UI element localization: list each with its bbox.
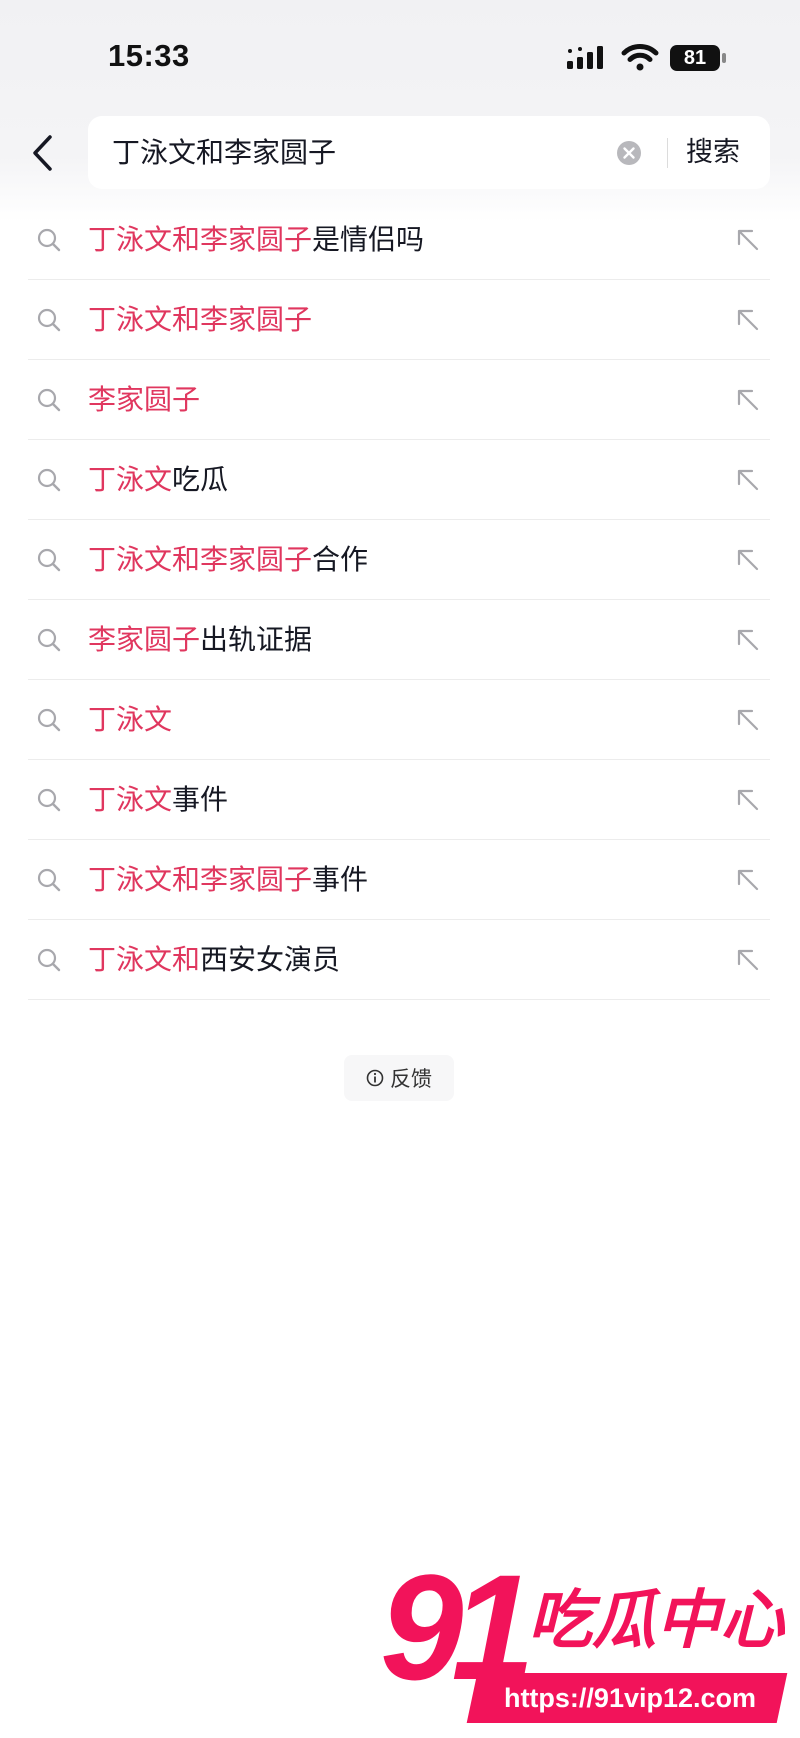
suggestion-text: 丁泳文事件 <box>88 760 228 840</box>
suggestion-rest: 事件 <box>312 863 369 896</box>
suggestion-item[interactable]: 丁泳文事件 <box>28 760 770 840</box>
arrow-up-left-icon[interactable] <box>734 946 762 974</box>
info-icon <box>366 1069 384 1087</box>
suggestion-rest: 西安女演员 <box>200 943 341 976</box>
arrow-up-left-icon[interactable] <box>734 786 762 814</box>
search-box[interactable]: 搜索 <box>88 116 770 189</box>
watermark-url: https://91vip12.com <box>503 1683 757 1713</box>
suggestion-text: 丁泳文 <box>88 680 172 760</box>
suggestion-item[interactable]: 丁泳文和李家圆子 <box>28 280 770 360</box>
arrow-up-left-icon[interactable] <box>734 226 762 254</box>
suggestion-highlight: 丁泳文和李家圆子 <box>88 543 313 576</box>
cellular-signal-icon <box>567 46 603 69</box>
suggestion-text: 李家圆子出轨证据 <box>88 600 312 680</box>
suggestion-highlight: 丁泳文 <box>88 463 173 496</box>
suggestion-highlight: 丁泳文和李家圆子 <box>88 863 313 896</box>
suggestion-text: 丁泳文和西安女演员 <box>88 920 340 1000</box>
arrow-up-left-icon[interactable] <box>734 466 762 494</box>
suggestion-item[interactable]: 丁泳文和李家圆子是情侣吗 <box>28 200 770 280</box>
suggestion-list: 丁泳文和李家圆子是情侣吗 丁泳文和李家圆子 李家圆子 丁泳文吃瓜 丁泳文和李家圆子合作李… <box>28 200 770 1000</box>
suggestion-highlight: 丁泳文 <box>88 783 173 816</box>
suggestion-rest: 出轨证据 <box>200 623 313 656</box>
search-input[interactable] <box>112 116 592 189</box>
suggestion-rest: 是情侣吗 <box>312 223 425 256</box>
arrow-up-left-icon[interactable] <box>734 546 762 574</box>
divider <box>667 138 668 168</box>
suggestion-item[interactable]: 李家圆子出轨证据 <box>28 600 770 680</box>
search-icon <box>37 468 61 492</box>
search-icon <box>37 868 61 892</box>
watermark-logo: 91 吃瓜中心 https://91vip12.com <box>380 1547 790 1733</box>
back-button[interactable] <box>22 128 62 178</box>
suggestion-text: 丁泳文和李家圆子 <box>88 280 312 360</box>
arrow-up-left-icon[interactable] <box>734 306 762 334</box>
status-time: 15:33 <box>108 38 190 73</box>
suggestion-text: 丁泳文和李家圆子是情侣吗 <box>88 200 424 280</box>
suggestion-highlight: 丁泳文和 <box>88 943 201 976</box>
suggestion-item[interactable]: 丁泳文 <box>28 680 770 760</box>
search-icon <box>37 628 61 652</box>
suggestion-rest: 事件 <box>172 783 229 816</box>
search-icon <box>37 948 61 972</box>
suggestion-item[interactable]: 丁泳文吃瓜 <box>28 440 770 520</box>
feedback-button[interactable]: 反馈 <box>344 1055 454 1101</box>
arrow-up-left-icon[interactable] <box>734 626 762 654</box>
search-icon <box>37 548 61 572</box>
suggestion-item[interactable]: 丁泳文和李家圆子合作 <box>28 520 770 600</box>
search-icon <box>37 708 61 732</box>
chevron-left-icon <box>33 135 52 171</box>
suggestion-highlight: 李家圆子 <box>88 623 201 656</box>
search-icon <box>37 388 61 412</box>
battery-level: 81 <box>683 47 707 69</box>
feedback-label: 反馈 <box>390 1067 432 1091</box>
suggestion-highlight: 丁泳文 <box>88 703 173 736</box>
suggestion-text: 李家圆子 <box>88 360 200 440</box>
suggestion-item[interactable]: 李家圆子 <box>28 360 770 440</box>
arrow-up-left-icon[interactable] <box>734 706 762 734</box>
search-icon <box>37 308 61 332</box>
clear-circle-icon[interactable] <box>616 140 642 166</box>
arrow-up-left-icon[interactable] <box>734 386 762 414</box>
search-icon <box>37 228 61 252</box>
status-bar: 15:33 81 <box>0 0 800 110</box>
arrow-up-left-icon[interactable] <box>734 866 762 894</box>
search-button[interactable]: 搜索 <box>686 116 740 189</box>
suggestion-text: 丁泳文吃瓜 <box>88 440 228 520</box>
suggestion-text: 丁泳文和李家圆子事件 <box>88 840 368 920</box>
suggestion-text: 丁泳文和李家圆子合作 <box>88 520 368 600</box>
wifi-icon <box>621 44 659 71</box>
suggestion-rest: 合作 <box>312 543 369 576</box>
search-icon <box>37 788 61 812</box>
top-area: 15:33 81 搜索 <box>0 0 800 222</box>
suggestion-highlight: 丁泳文和李家圆子 <box>88 303 313 336</box>
suggestion-item[interactable]: 丁泳文和李家圆子事件 <box>28 840 770 920</box>
suggestion-rest: 吃瓜 <box>172 463 229 496</box>
watermark-text: 吃瓜中心 <box>528 1584 784 1658</box>
suggestion-highlight: 丁泳文和李家圆子 <box>88 223 313 256</box>
suggestion-highlight: 李家圆子 <box>88 383 201 416</box>
suggestion-item[interactable]: 丁泳文和西安女演员 <box>28 920 770 1000</box>
